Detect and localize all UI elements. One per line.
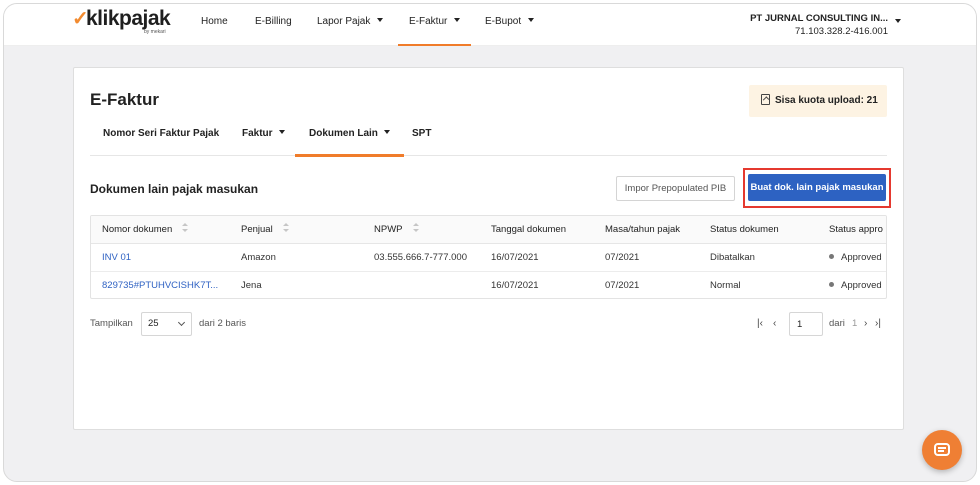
approval-text: Approved — [841, 280, 882, 291]
nav-lapor-pajak[interactable]: Lapor Pajak — [317, 4, 384, 46]
company-switcher[interactable]: PT JURNAL CONSULTING IN... 71.103.328.2-… — [750, 12, 888, 38]
chat-icon — [934, 443, 950, 456]
approval-text: Approved — [841, 252, 882, 263]
page-title: E-Faktur — [90, 90, 159, 109]
status-dot-icon — [829, 253, 834, 259]
column-header-tanggal[interactable]: Tanggal dokumen — [491, 216, 566, 244]
tab-label: Faktur — [242, 128, 273, 139]
document-number-link[interactable]: 829735#PTUHVCISHK7T... — [102, 272, 227, 298]
caret-down-icon — [377, 18, 384, 23]
cell-status: Normal — [710, 280, 741, 291]
chevron-down-icon — [177, 318, 186, 327]
nav-home[interactable]: Home — [201, 4, 228, 46]
top-navbar: ✓ klikpajak by mekari Home E-Billing Lap… — [4, 4, 976, 46]
column-header-nomor[interactable]: Nomor dokumen — [102, 216, 189, 244]
chat-button[interactable] — [922, 430, 962, 470]
tab-faktur[interactable]: Faktur — [242, 123, 285, 156]
logo-text: klikpajak — [86, 7, 171, 30]
nav-e-billing-label: E-Billing — [255, 16, 292, 27]
nav-e-billing[interactable]: E-Billing — [255, 4, 292, 46]
column-header-masa[interactable]: Masa/tahun pajak — [605, 216, 680, 244]
nav-e-bupot-label: E-Bupot — [485, 16, 522, 27]
caret-down-icon — [528, 18, 535, 23]
page-size-value: 25 — [148, 318, 159, 329]
cell-approval: Approved — [829, 272, 882, 298]
tab-label: Nomor Seri Faktur Pajak — [103, 128, 220, 139]
quota-label: Sisa kuota upload: 21 — [775, 95, 878, 106]
documents-table: Nomor dokumen Penjual NPWP Tanggal dokum… — [90, 215, 887, 299]
column-label: Status appro — [829, 224, 883, 235]
nav-e-faktur[interactable]: E-Faktur — [398, 4, 472, 46]
tab-active-indicator — [295, 154, 404, 157]
last-page-icon[interactable]: ›| — [875, 312, 881, 336]
app-window: ✓ klikpajak by mekari Home E-Billing Lap… — [3, 3, 977, 482]
cell-penjual: Jena — [241, 280, 262, 291]
tab-nomor-seri-faktur-pajak[interactable]: Nomor Seri Faktur Pajak — [103, 123, 219, 156]
sort-icon[interactable] — [282, 223, 289, 233]
total-rows-label: dari 2 baris — [199, 318, 246, 329]
tab-spt[interactable]: SPT — [412, 123, 431, 156]
page-number-input[interactable] — [789, 312, 823, 336]
column-label: Masa/tahun pajak — [605, 224, 680, 235]
total-pages: 1 — [852, 318, 858, 329]
nav-lapor-pajak-label: Lapor Pajak — [317, 16, 371, 27]
logo-subtitle: by mekari — [144, 29, 166, 35]
cell-npwp: 03.555.666.7-777.000 — [374, 252, 467, 263]
company-name: PT JURNAL CONSULTING IN... — [750, 13, 888, 24]
cell-status: Dibatalkan — [710, 252, 755, 263]
nav-active-indicator — [398, 44, 472, 46]
main-card: E-Faktur Sisa kuota upload: 21 Nomor Ser… — [73, 67, 904, 430]
cell-approval: Approved — [829, 244, 882, 272]
next-page-icon[interactable]: › — [864, 312, 867, 336]
tab-dokumen-lain[interactable]: Dokumen Lain — [295, 123, 404, 157]
column-label: Status dokumen — [710, 224, 779, 235]
table-row[interactable]: INV 01 Amazon 03.555.666.7-777.000 16/07… — [91, 244, 886, 272]
column-header-approval[interactable]: Status appro — [829, 216, 883, 244]
prev-page-icon[interactable]: ‹ — [773, 312, 776, 336]
caret-down-icon — [383, 130, 390, 135]
upload-file-icon — [761, 93, 770, 105]
quota-badge: Sisa kuota upload: 21 — [749, 85, 887, 117]
column-label: Tanggal dokumen — [491, 224, 566, 235]
document-number-link[interactable]: INV 01 — [102, 244, 227, 272]
status-dot-icon — [829, 281, 834, 287]
sort-icon[interactable] — [182, 223, 189, 233]
sort-icon[interactable] — [412, 223, 419, 233]
column-header-status[interactable]: Status dokumen — [710, 216, 779, 244]
create-document-button[interactable]: Buat dok. lain pajak masukan — [748, 174, 886, 201]
cell-tanggal: 16/07/2021 — [491, 252, 539, 263]
column-label: Nomor dokumen — [102, 224, 173, 235]
nav-e-faktur-label: E-Faktur — [409, 16, 448, 27]
import-pib-button[interactable]: Impor Prepopulated PIB — [616, 176, 735, 201]
show-label: Tampilkan — [90, 318, 133, 329]
table-header: Nomor dokumen Penjual NPWP Tanggal dokum… — [91, 216, 886, 244]
page-size-select[interactable]: 25 — [141, 312, 192, 336]
company-npwp: 71.103.328.2-416.001 — [795, 26, 888, 37]
caret-down-icon[interactable] — [895, 19, 901, 23]
cell-penjual: Amazon — [241, 252, 276, 263]
table-row[interactable]: 829735#PTUHVCISHK7T... Jena 16/07/2021 0… — [91, 272, 886, 298]
nav-home-label: Home — [201, 16, 228, 27]
cell-tanggal: 16/07/2021 — [491, 280, 539, 291]
tab-bar: Nomor Seri Faktur Pajak Faktur Dokumen L… — [90, 123, 887, 157]
caret-down-icon — [454, 18, 461, 23]
column-label: Penjual — [241, 224, 273, 235]
of-label: dari — [829, 318, 845, 329]
section-title: Dokumen lain pajak masukan — [90, 182, 259, 196]
pagination: |‹ ‹ dari 1 › ›| — [757, 312, 887, 336]
column-label: NPWP — [374, 224, 403, 235]
nav-e-bupot[interactable]: E-Bupot — [485, 4, 535, 46]
caret-down-icon — [278, 130, 285, 135]
column-header-npwp[interactable]: NPWP — [374, 216, 419, 244]
highlight-box: Buat dok. lain pajak masukan — [743, 168, 891, 208]
first-page-icon[interactable]: |‹ — [757, 312, 763, 336]
tab-label: SPT — [412, 128, 432, 139]
tab-label: Dokumen Lain — [309, 128, 378, 139]
cell-masa: 07/2021 — [605, 280, 640, 291]
column-header-penjual[interactable]: Penjual — [241, 216, 289, 244]
cell-masa: 07/2021 — [605, 252, 640, 263]
